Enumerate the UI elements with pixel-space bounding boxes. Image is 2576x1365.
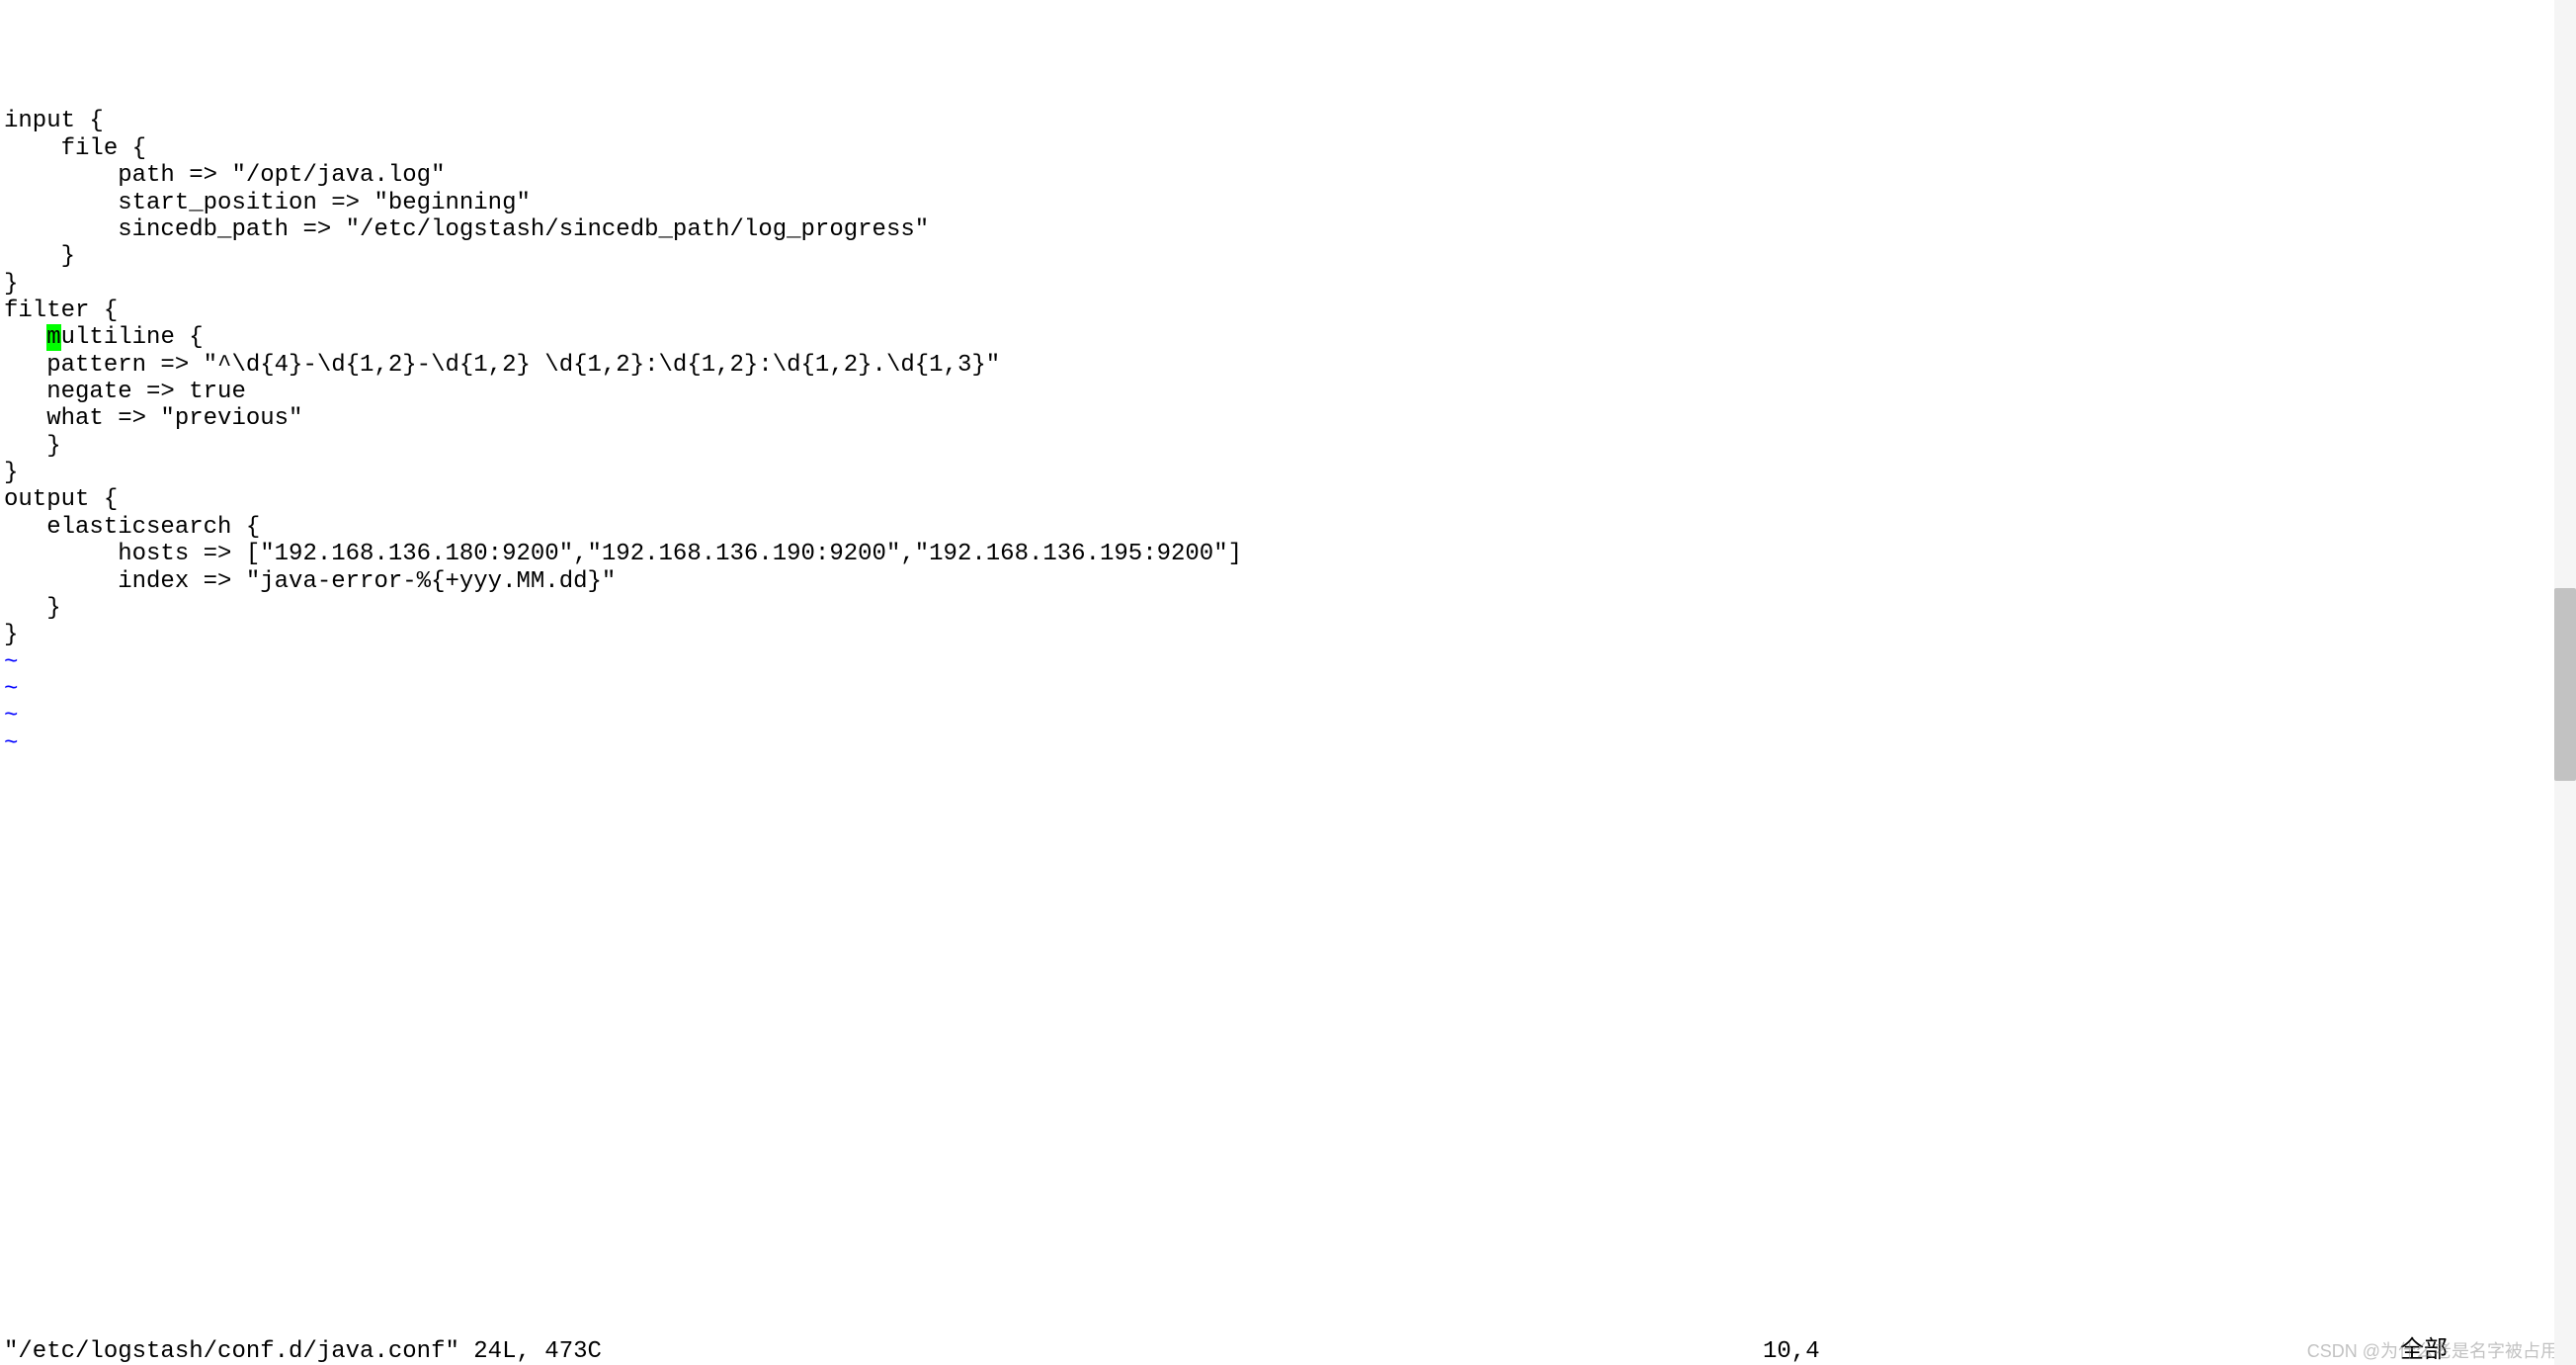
file-info: "/etc/logstash/conf.d/java.conf" 24L, 47…	[4, 1338, 602, 1365]
code-line: }	[4, 460, 2576, 486]
code-line: start_position => "beginning"	[4, 190, 2576, 216]
code-line: path => "/opt/java.log"	[4, 162, 2576, 189]
cursor-position: 10,4	[1763, 1338, 1820, 1365]
code-line: index => "java-error-%{+yyy.MM.dd}"	[4, 568, 2576, 595]
code-line: file {	[4, 135, 2576, 162]
code-line: what => "previous"	[4, 405, 2576, 432]
vertical-scrollbar[interactable]	[2554, 0, 2576, 1365]
code-line: input {	[4, 108, 2576, 134]
empty-line-tilde: ~	[4, 730, 2576, 757]
code-line: }	[4, 433, 2576, 460]
code-line: }	[4, 622, 2576, 648]
code-line: }	[4, 243, 2576, 270]
empty-line-tilde: ~	[4, 676, 2576, 703]
editor-content[interactable]: input { file { path => "/opt/java.log" s…	[0, 108, 2576, 757]
scrollbar-thumb[interactable]	[2554, 588, 2576, 781]
empty-line-tilde: ~	[4, 649, 2576, 676]
code-line: filter {	[4, 298, 2576, 324]
code-line: }	[4, 595, 2576, 622]
code-line-cursor: multiline {	[4, 324, 204, 351]
code-line: pattern => "^\d{4}-\d{1,2}-\d{1,2} \d{1,…	[4, 352, 2576, 379]
code-line: negate => true	[4, 379, 2576, 405]
code-line: sincedb_path => "/etc/logstash/sincedb_p…	[4, 216, 2576, 243]
code-line: }	[4, 271, 2576, 298]
empty-line-tilde: ~	[4, 703, 2576, 729]
code-line: output {	[4, 486, 2576, 513]
watermark-text: CSDN @为什么老是名字被占用	[2307, 1341, 2558, 1362]
vim-status-bar: "/etc/logstash/conf.d/java.conf" 24L, 47…	[4, 1338, 2576, 1365]
code-line: hosts => ["192.168.136.180:9200","192.16…	[4, 541, 2576, 567]
text-cursor: m	[46, 324, 60, 351]
code-line: elasticsearch {	[4, 514, 2576, 541]
